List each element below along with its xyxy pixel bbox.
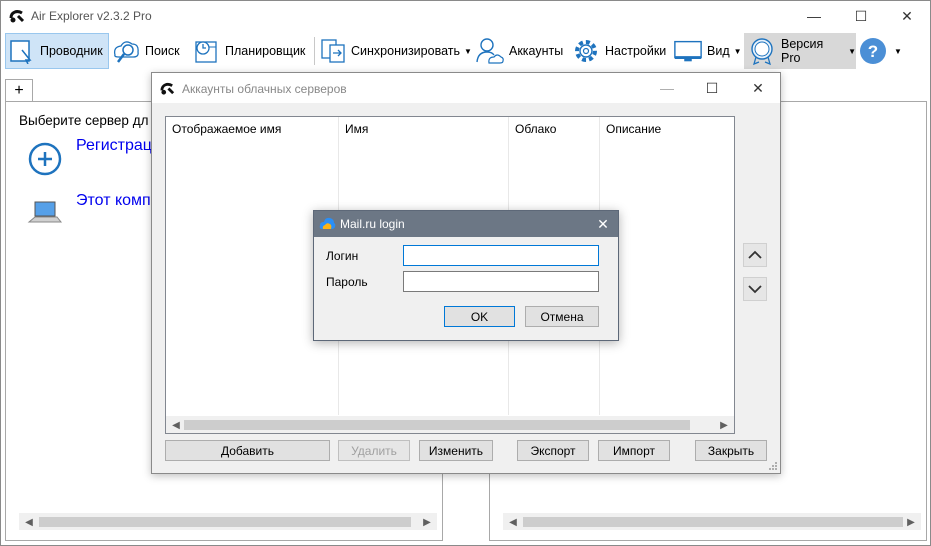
scheduler-label: Планировщик [225,44,306,58]
award-badge-icon [747,36,777,66]
close-icon: ✕ [752,79,764,96]
pro-dropdown-icon: ▼ [848,46,856,56]
this-computer-link[interactable]: Этот комп [76,192,151,210]
login-label: Логин [326,249,359,263]
maximize-icon: ☐ [854,7,868,24]
toolbar-separator [314,37,315,65]
mailru-login-dialog: Mail.ru login ✕ Логин Пароль OK Отмена [313,210,619,341]
explorer-icon [6,36,36,66]
scroll-thumb[interactable] [184,420,690,430]
login-close-button[interactable]: ✕ [592,214,614,234]
server-select-prompt: Выберите сервер дл [19,113,149,128]
scroll-left-icon[interactable]: ◀ [505,514,521,530]
dialog-close-button[interactable]: ✕ [735,73,781,103]
search-label: Поиск [145,44,180,58]
scheduler-tool-button[interactable]: Планировщик [191,33,311,69]
password-input[interactable] [403,271,599,292]
add-tab-button[interactable]: + [5,79,33,101]
search-tool-button[interactable]: Поиск [111,33,187,69]
sync-tool-button[interactable]: Синхронизировать ▼ [319,33,472,69]
settings-label: Настройки [605,44,667,58]
app-logo-icon [160,83,175,95]
accounts-icon [475,36,505,66]
register-link[interactable]: Регистрац [76,137,152,155]
cancel-button[interactable]: Отмена [525,306,599,327]
scroll-right-icon[interactable]: ▶ [419,514,435,530]
close-dialog-button[interactable]: Закрыть [695,440,767,461]
sync-icon [319,36,347,66]
edit-account-button[interactable]: Изменить [419,440,493,461]
help-tool-button[interactable]: ? ▼ ? [858,33,902,69]
close-icon: ✕ [901,7,913,24]
scroll-thumb[interactable] [39,517,411,527]
column-header-description[interactable]: Описание [600,117,734,141]
help-icon: ? [858,36,888,66]
close-icon: ✕ [597,215,609,232]
move-up-button[interactable] [743,243,767,267]
right-pane-hscrollbar[interactable]: ◀ ▶ [503,513,921,530]
window-title: Air Explorer v2.3.2 Pro [31,9,152,23]
column-header-name[interactable]: Имя [339,117,509,141]
dialog-minimize-button[interactable]: — [644,73,690,103]
minimize-icon: — [807,8,821,24]
view-dropdown-icon: ▼ [733,46,742,56]
accounts-dialog-titlebar: Аккаунты облачных серверов — ☐ ✕ [152,73,780,103]
import-button[interactable]: Импорт [598,440,670,461]
view-label: Вид [707,44,730,58]
scroll-left-icon[interactable]: ◀ [21,514,37,530]
dialog-maximize-button[interactable]: ☐ [689,73,735,103]
export-button[interactable]: Экспорт [517,440,589,461]
column-header-cloud[interactable]: Облако [509,117,600,141]
scroll-thumb[interactable] [523,517,903,527]
chevron-down-icon [748,285,762,294]
accounts-tool-button[interactable]: Аккаунты [475,33,567,69]
settings-tool-button[interactable]: Настройки [571,33,669,69]
close-button[interactable]: ✕ [884,1,930,31]
password-label: Пароль [326,275,368,289]
sync-label: Синхронизировать [351,44,460,58]
gear-icon [571,36,601,66]
minimize-icon: — [660,80,674,96]
sync-dropdown-icon: ▼ [463,46,472,56]
pro-label: Версия Pro [781,37,824,65]
login-input[interactable] [403,245,599,266]
login-dialog-title: Mail.ru login [340,217,405,231]
main-toolbar: Проводник Поиск Планировщик Синхронизиро… [1,31,930,71]
laptop-icon [26,196,66,230]
accounts-list-hscrollbar[interactable]: ◀ ▶ [166,416,734,433]
delete-account-button[interactable]: Удалить [338,440,410,461]
plus-icon: + [14,81,24,99]
left-pane-hscrollbar[interactable]: ◀ ▶ [19,513,437,530]
move-down-button[interactable] [743,277,767,301]
pro-version-button[interactable]: Версия Pro ▼ [744,33,856,69]
minimize-button[interactable]: — [791,1,837,31]
explorer-label: Проводник [40,44,103,58]
app-logo-icon [9,10,25,23]
maximize-button[interactable]: ☐ [838,1,884,31]
maximize-icon: ☐ [705,79,719,96]
title-bar: Air Explorer v2.3.2 Pro — ☐ ✕ [1,1,930,31]
air-explorer-window: Air Explorer v2.3.2 Pro — ☐ ✕ Проводник … [0,0,931,546]
accounts-label: Аккаунты [509,44,564,58]
column-header-display-name[interactable]: Отображаемое имя [166,117,339,141]
plus-circle-icon [26,142,66,182]
svg-text:?: ? [868,42,878,61]
chevron-up-icon [748,250,762,259]
explorer-tool-button[interactable]: Проводник [5,33,109,69]
add-account-button[interactable]: Добавить [165,440,330,461]
monitor-icon [673,36,703,66]
scroll-right-icon[interactable]: ▶ [903,514,919,530]
calendar-clock-icon [191,36,221,66]
mailru-cloud-icon [319,217,336,229]
help-dropdown-icon: ▼ [894,46,902,56]
accounts-dialog-title: Аккаунты облачных серверов [182,82,347,96]
ok-button[interactable]: OK [444,306,515,327]
login-dialog-titlebar: Mail.ru login ✕ [314,211,618,237]
scroll-right-icon[interactable]: ▶ [716,417,732,433]
search-icon [111,36,141,66]
scroll-left-icon[interactable]: ◀ [168,417,184,433]
view-tool-button[interactable]: Вид ▼ [673,33,743,69]
resize-grip-icon[interactable] [768,461,778,471]
